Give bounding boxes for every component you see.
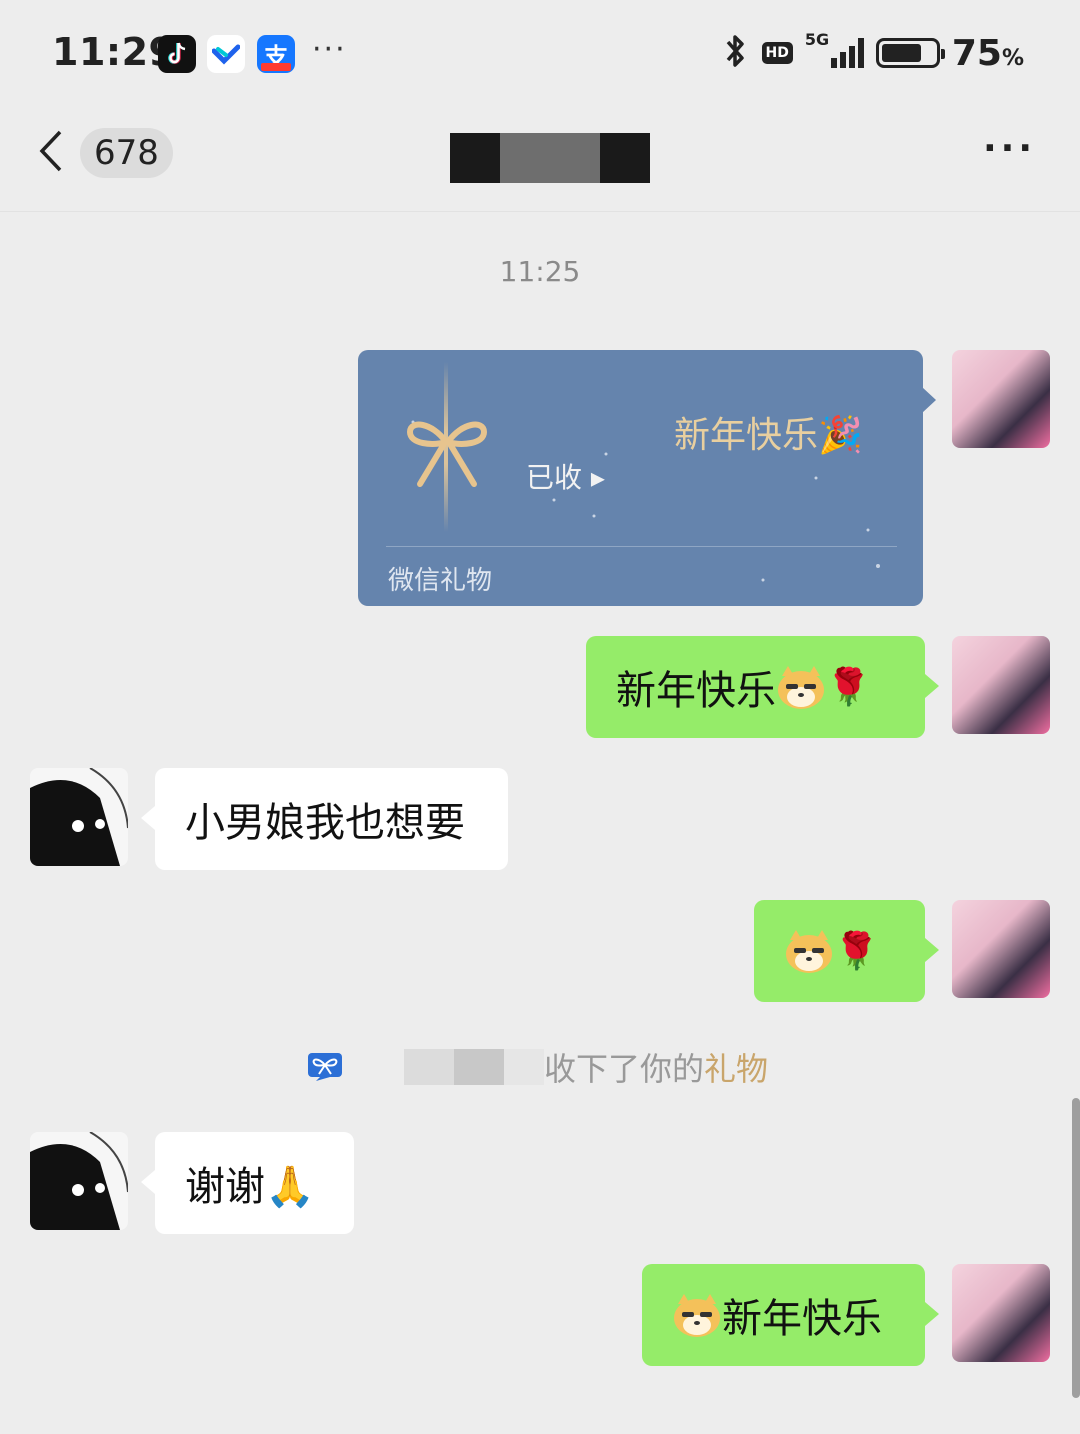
bluetooth-icon	[720, 32, 750, 74]
status-time: 11:29	[52, 30, 176, 74]
message-text: 新年快乐	[616, 668, 776, 714]
message-bubble-me[interactable]: 🌹	[754, 900, 939, 1002]
message-bubble-friend[interactable]: 小男娘我也想要	[141, 768, 508, 870]
gift-received-notice: 收下了你的 礼物	[306, 1046, 768, 1088]
rose-emoji-icon: 🌹	[826, 667, 871, 708]
chat-title-redacted	[450, 133, 650, 183]
unread-count-badge[interactable]: 678	[80, 128, 173, 178]
chat-header: 678 ···	[0, 100, 1080, 212]
friend-avatar[interactable]	[30, 1132, 128, 1230]
battery-percent: 75%	[952, 33, 1024, 74]
more-notifications-icon: ···	[312, 32, 347, 67]
my-avatar[interactable]	[952, 900, 1050, 998]
signal-icon: 5G	[805, 30, 864, 68]
wechat-gift-card[interactable]: 新年快乐🎉 已收 ▸ 微信礼物	[358, 350, 923, 606]
my-avatar[interactable]	[952, 636, 1050, 734]
gift-notice-icon	[308, 1053, 342, 1081]
battery-icon	[875, 38, 945, 68]
message-text: 新年快乐	[722, 1296, 882, 1342]
back-button[interactable]	[36, 128, 76, 180]
battery-value: 75	[951, 32, 1002, 74]
gift-greeting: 新年快乐🎉	[674, 415, 863, 456]
feishu-icon	[207, 35, 245, 73]
network-type: 5G	[804, 30, 830, 49]
hd-badge: HD	[761, 42, 793, 64]
my-avatar[interactable]	[952, 350, 1050, 448]
scrollbar[interactable]	[1072, 1098, 1080, 1398]
doge-emoji-icon	[786, 930, 832, 973]
gift-card-tail	[922, 387, 936, 413]
rose-emoji-icon: 🌹	[834, 931, 879, 972]
friend-avatar-image	[30, 768, 128, 866]
notice-gift-link[interactable]: 礼物	[704, 1044, 768, 1090]
doge-emoji-icon	[674, 1294, 720, 1337]
message-bubble-me[interactable]: 新年快乐 🌹	[586, 636, 939, 738]
message-bubble-friend[interactable]: 谢谢🙏	[141, 1132, 354, 1234]
notice-text: 收下了你的	[544, 1050, 705, 1088]
tiktok-icon	[158, 35, 196, 73]
friend-avatar[interactable]	[30, 768, 128, 866]
my-avatar[interactable]	[952, 1264, 1050, 1362]
gift-bow-icon	[406, 421, 488, 487]
gift-divider	[386, 546, 897, 547]
gift-received-status: 已收 ▸	[526, 461, 605, 494]
friend-avatar-image	[30, 1132, 128, 1230]
battery-unit: %	[1001, 45, 1024, 71]
battery-fill	[881, 44, 921, 62]
message-text: 谢谢🙏	[185, 1164, 315, 1210]
message-text: 小男娘我也想要	[185, 800, 465, 846]
chevron-left-icon	[39, 130, 62, 172]
message-timestamp: 11:25	[499, 255, 581, 288]
status-bar: 11:29 支 ··· HD 5G 75%	[0, 0, 1080, 100]
doge-emoji-icon	[778, 666, 824, 709]
more-options-button[interactable]: ···	[983, 128, 1036, 169]
redacted-username	[404, 1049, 544, 1085]
gift-footer-label: 微信礼物	[388, 566, 493, 596]
message-bubble-me[interactable]: 新年快乐	[642, 1264, 939, 1366]
alipay-icon: 支	[257, 35, 295, 73]
